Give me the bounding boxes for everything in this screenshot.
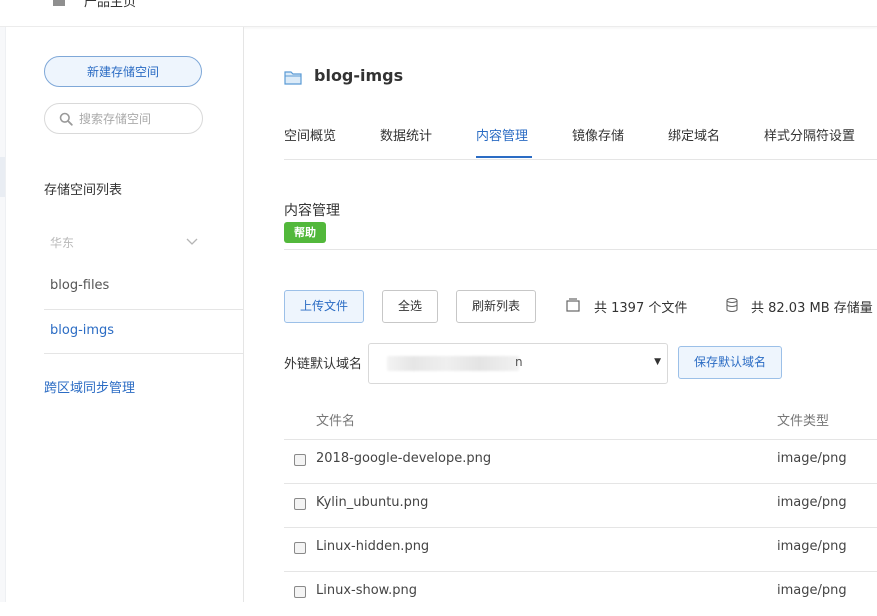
- file-name[interactable]: Kylin_ubuntu.png: [316, 495, 428, 510]
- file-type: image/png: [777, 583, 847, 598]
- column-header-filetype[interactable]: 文件类型: [777, 410, 829, 429]
- bucket-icon: [284, 71, 302, 85]
- row-checkbox[interactable]: [294, 498, 306, 510]
- sidebar-item-blog-imgs[interactable]: blog-imgs: [50, 323, 114, 338]
- caret-down-icon: ▼: [654, 357, 661, 367]
- database-icon: [726, 298, 738, 312]
- new-bucket-button[interactable]: 新建存储空间: [44, 56, 202, 87]
- help-badge[interactable]: 帮助: [284, 222, 326, 243]
- domain-value: n: [515, 355, 523, 369]
- table-row[interactable]: 2018-google-develope.png image/png: [284, 440, 877, 484]
- breadcrumb[interactable]: 产品主页: [84, 0, 136, 10]
- row-checkbox[interactable]: [294, 454, 306, 466]
- active-tab-indicator: [476, 156, 532, 158]
- row-checkbox[interactable]: [294, 586, 306, 598]
- file-name[interactable]: Linux-hidden.png: [316, 539, 429, 554]
- home-icon[interactable]: [52, 0, 66, 6]
- section-title: 内容管理: [284, 203, 340, 219]
- bucket-search[interactable]: [44, 103, 203, 134]
- tab-style-separator[interactable]: 样式分隔符设置: [764, 125, 855, 144]
- left-strip: [0, 27, 6, 602]
- default-domain-label: 外链默认域名: [284, 357, 363, 372]
- default-domain-select[interactable]: n ▼: [368, 343, 668, 384]
- file-type: image/png: [777, 539, 847, 554]
- sidebar-item-blog-files[interactable]: blog-files: [50, 278, 109, 293]
- tab-overview[interactable]: 空间概览: [284, 125, 336, 144]
- divider: [284, 249, 877, 250]
- sidebar: 新建存储空间 存储空间列表 华东 blog-files blog-imgs 跨区…: [0, 27, 244, 602]
- save-default-domain-button[interactable]: 保存默认域名: [678, 346, 782, 379]
- chevron-down-icon[interactable]: [186, 238, 198, 246]
- files-icon: [566, 298, 580, 312]
- divider: [44, 353, 244, 354]
- top-bar: 产品主页: [0, 0, 877, 27]
- divider: [44, 309, 244, 310]
- upload-file-button[interactable]: 上传文件: [284, 290, 364, 323]
- file-name[interactable]: 2018-google-develope.png: [316, 451, 491, 466]
- file-count: 共 1397 个文件: [594, 301, 688, 316]
- row-checkbox[interactable]: [294, 542, 306, 554]
- search-icon: [59, 112, 73, 126]
- storage-usage: 共 82.03 MB 存储量: [751, 301, 873, 316]
- tab-mirror-storage[interactable]: 镜像存储: [572, 125, 624, 144]
- page-title: blog-imgs: [314, 66, 404, 85]
- tab-bind-domain[interactable]: 绑定域名: [668, 125, 720, 144]
- tab-statistics[interactable]: 数据统计: [380, 125, 432, 144]
- file-name[interactable]: Linux-show.png: [316, 583, 417, 598]
- tab-bar: 空间概览 数据统计 内容管理 镜像存储 绑定域名 样式分隔符设置: [284, 123, 877, 160]
- tab-content-management[interactable]: 内容管理: [476, 125, 528, 144]
- redacted-domain: [387, 356, 519, 371]
- file-type: image/png: [777, 495, 847, 510]
- cross-region-sync-link[interactable]: 跨区域同步管理: [44, 377, 135, 396]
- file-type: image/png: [777, 451, 847, 466]
- column-header-filename[interactable]: 文件名: [316, 410, 355, 429]
- select-all-button[interactable]: 全选: [382, 290, 438, 323]
- bucket-list-title: 存储空间列表: [44, 183, 123, 198]
- main-content: blog-imgs 空间概览 数据统计 内容管理 镜像存储 绑定域名 样式分隔符…: [244, 27, 877, 602]
- search-input[interactable]: [79, 109, 194, 128]
- region-group[interactable]: 华东: [50, 234, 74, 251]
- table-row[interactable]: Kylin_ubuntu.png image/png: [284, 484, 877, 528]
- table-row[interactable]: Linux-show.png image/png: [284, 572, 877, 616]
- refresh-list-button[interactable]: 刷新列表: [456, 290, 536, 323]
- table-row[interactable]: Linux-hidden.png image/png: [284, 528, 877, 572]
